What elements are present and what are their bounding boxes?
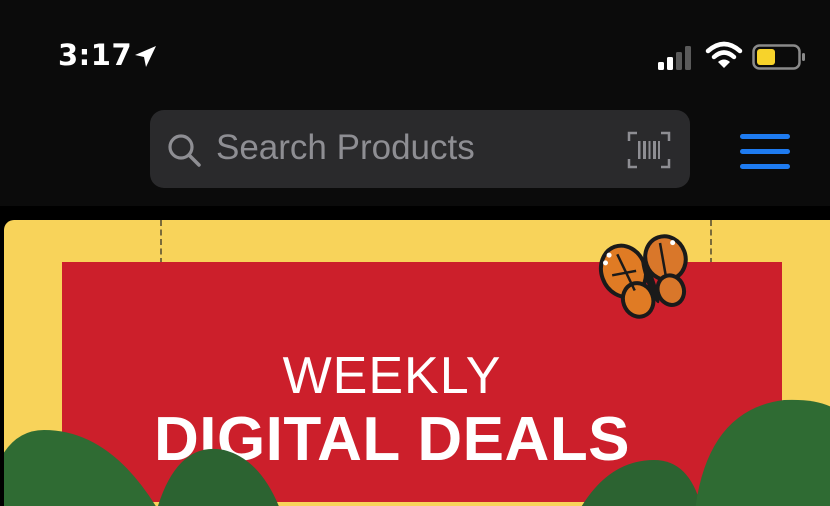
wifi-icon <box>705 41 743 68</box>
location-arrow-icon <box>135 46 156 67</box>
leaves-decoration <box>4 399 830 506</box>
app-screen: 3:17 Search Products WEEKLY DIGITAL DEAL… <box>0 0 830 506</box>
battery-icon <box>752 44 805 70</box>
search-bar[interactable]: Search Products <box>150 110 690 188</box>
status-time: 3:17 <box>58 38 133 72</box>
barcode-scan-icon[interactable] <box>626 130 672 170</box>
app-header: Search Products <box>0 100 830 206</box>
search-icon <box>168 134 201 167</box>
hamburger-menu-icon[interactable] <box>738 130 792 174</box>
status-bar: 3:17 <box>0 0 830 100</box>
search-input[interactable]: Search Products <box>216 128 475 168</box>
hanging-string <box>160 220 162 264</box>
cellular-signal-icon <box>658 46 691 70</box>
hanging-string <box>710 220 712 264</box>
butterfly-icon <box>598 234 688 319</box>
weekly-deals-banner[interactable]: WEEKLY DIGITAL DEALS <box>4 220 830 506</box>
